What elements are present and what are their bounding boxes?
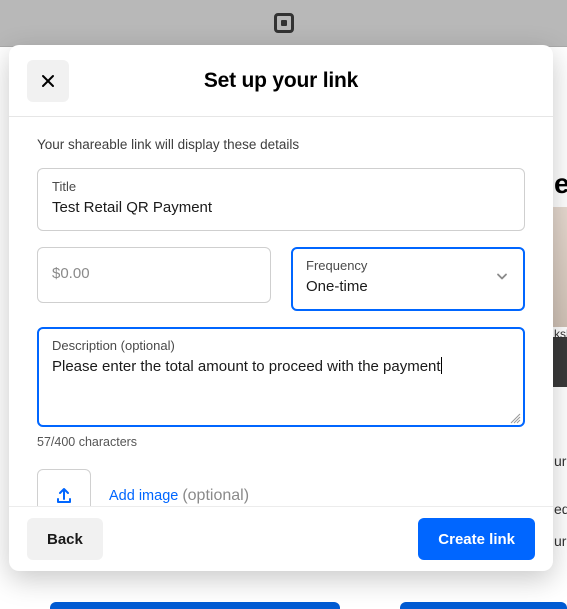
background-text-fragment: ur [554,533,566,549]
modal-header: Set up your link [9,45,553,117]
upload-icon [54,486,74,506]
title-field[interactable]: Title Test Retail QR Payment [37,168,525,231]
text-cursor [441,357,442,374]
modal-title: Set up your link [9,69,553,93]
background-thumb-label: ksh [554,327,567,341]
setup-link-modal: Set up your link Your shareable link wil… [9,45,553,571]
close-icon [40,73,56,89]
square-logo-icon [274,13,294,33]
back-button[interactable]: Back [27,518,103,560]
title-field-value: Test Retail QR Payment [52,198,510,218]
modal-footer: Back Create link [9,506,553,571]
create-link-button[interactable]: Create link [418,518,535,560]
title-field-label: Title [52,179,510,194]
add-image-link-text: Add image [109,488,178,504]
character-count: 57/400 characters [37,435,525,449]
frequency-field[interactable]: Frequency One-time [291,247,525,310]
upload-image-button[interactable] [37,469,91,507]
app-topbar [0,0,567,47]
description-field-value: Please enter the total amount to proceed… [52,357,510,411]
modal-body[interactable]: Your shareable link will display these d… [9,117,553,506]
resize-handle-icon[interactable] [509,411,521,423]
background-text-fragment: ur [554,453,566,469]
amount-field[interactable]: $0.00 [37,247,271,303]
description-field-label: Description (optional) [52,338,510,353]
background-heading-fragment: e [554,168,567,200]
background-create-link-button[interactable]: Create a link [50,602,340,609]
chevron-down-icon [495,269,509,288]
frequency-field-value: One-time [306,277,510,297]
add-image-optional: (optional) [182,487,249,504]
add-image-link[interactable]: Add image(optional) [109,487,249,505]
amount-field-placeholder: $0.00 [52,264,90,284]
helper-text: Your shareable link will display these d… [37,137,525,152]
frequency-field-label: Frequency [306,258,510,273]
background-create-buy-button[interactable]: Create buy l [400,602,567,609]
background-text-fragment: ed [554,501,567,517]
close-button[interactable] [27,60,69,102]
description-field[interactable]: Description (optional) Please enter the … [37,327,525,427]
